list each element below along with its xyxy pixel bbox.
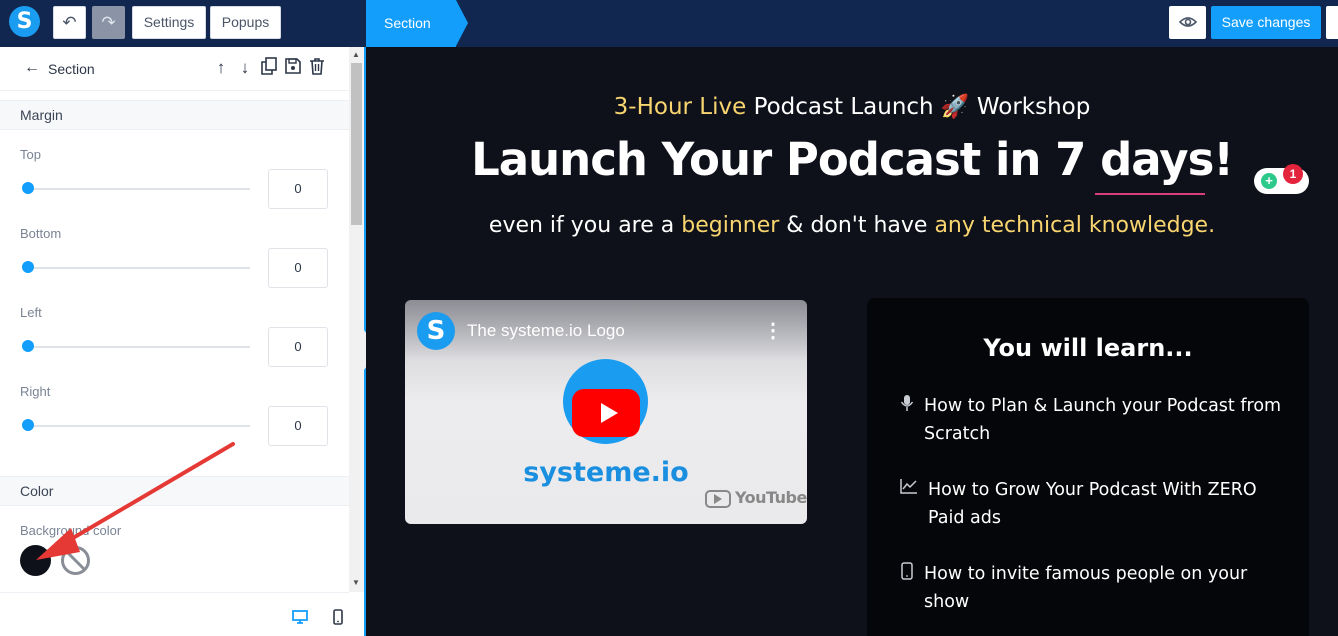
- color-group-header[interactable]: Color: [0, 476, 349, 506]
- margin-right-slider-thumb[interactable]: [22, 419, 34, 431]
- subtitle-highlight: beginner: [681, 213, 780, 238]
- preview-button[interactable]: [1169, 6, 1206, 39]
- pretitle-highlight: 3-Hour Live: [613, 94, 747, 120]
- subtitle-part: & don't have: [779, 213, 935, 238]
- settings-panel: ← Section ↑ ↓ Margin Top 0 Bottom 0 Left…: [0, 47, 364, 636]
- back-arrow-icon[interactable]: ←: [24, 59, 40, 77]
- margin-top-label: Top: [20, 147, 41, 162]
- learn-item-text: How to invite famous people on your show: [924, 564, 1248, 612]
- panel-title: Section: [48, 61, 95, 77]
- video-embed[interactable]: S The systeme.io Logo ⋮ systeme.io YouTu…: [405, 300, 807, 524]
- margin-bottom-slider[interactable]: [28, 267, 250, 269]
- panel-header: ← Section ↑ ↓: [0, 47, 349, 91]
- margin-bottom-slider-thumb[interactable]: [22, 261, 34, 273]
- top-bar: S ↶ ↷ Settings Popups Section Save chang…: [0, 0, 1338, 47]
- margin-left-label: Left: [20, 305, 42, 320]
- more-button[interactable]: [1326, 6, 1338, 39]
- margin-right-label: Right: [20, 384, 51, 399]
- channel-logo[interactable]: S: [417, 312, 455, 350]
- background-color-swatch[interactable]: [20, 545, 51, 576]
- margin-right-input[interactable]: 0: [268, 406, 328, 446]
- scroll-up-icon[interactable]: ▲: [352, 50, 360, 59]
- systeme-logo[interactable]: S: [9, 6, 40, 37]
- settings-button[interactable]: Settings: [132, 6, 206, 39]
- youtube-play-icon: [714, 494, 722, 504]
- learn-item-text: How to Plan & Launch your Podcast from S…: [924, 396, 1282, 444]
- margin-left-slider[interactable]: [28, 346, 250, 348]
- copy-icon[interactable]: [259, 57, 279, 79]
- popups-button[interactable]: Popups: [210, 6, 281, 39]
- panel-footer: [0, 592, 349, 636]
- desktop-icon[interactable]: [292, 609, 308, 625]
- undo-icon: ↶: [62, 13, 77, 32]
- margin-top-slider-thumb[interactable]: [22, 182, 34, 194]
- background-color-label: Background color: [20, 523, 122, 538]
- page-canvas[interactable]: 3-Hour Live Podcast Launch 🚀 Workshop La…: [366, 47, 1338, 636]
- play-icon: [601, 403, 618, 423]
- breadcrumb-section[interactable]: Section: [366, 0, 468, 47]
- margin-bottom-input[interactable]: 0: [268, 248, 328, 288]
- save-changes-button[interactable]: Save changes: [1211, 6, 1321, 39]
- pretitle: 3-Hour Live Podcast Launch 🚀 Workshop: [366, 93, 1338, 120]
- video-title[interactable]: The systeme.io Logo: [467, 321, 625, 341]
- pretitle-rest: Podcast Launch 🚀 Workshop: [753, 94, 1091, 120]
- kebab-menu-icon[interactable]: ⋮: [763, 318, 783, 343]
- no-color-button[interactable]: [60, 545, 91, 576]
- subtitle-highlight: any technical knowledge.: [934, 213, 1216, 238]
- subtitle-part: even if you are a: [488, 213, 682, 238]
- brand-wordmark: systeme.io: [523, 457, 689, 488]
- eye-icon: [1178, 17, 1197, 27]
- redo-icon: ↷: [101, 13, 116, 32]
- margin-bottom-label: Bottom: [20, 226, 62, 241]
- headline: Launch Your Podcast in 7 days!: [471, 133, 1234, 186]
- learn-card: You will learn... How to Plan & Launch y…: [867, 298, 1309, 636]
- ban-icon: [61, 546, 90, 575]
- scroll-down-icon[interactable]: ▼: [352, 578, 360, 587]
- notification-count: 1: [1283, 164, 1303, 184]
- margin-left-slider-thumb[interactable]: [22, 340, 34, 352]
- subtitle: even if you are a beginner & don't have …: [366, 213, 1338, 238]
- mobile-icon[interactable]: [330, 609, 346, 625]
- undo-button[interactable]: ↶: [53, 6, 86, 39]
- learn-item-text: How to Grow Your Podcast With ZERO Paid …: [928, 480, 1257, 528]
- mobile-icon: [900, 562, 916, 580]
- margin-top-slider[interactable]: [28, 188, 250, 190]
- chart-line-icon: [900, 478, 917, 496]
- scroll-thumb[interactable]: [351, 63, 362, 225]
- notification-widget[interactable]: + 1: [1254, 164, 1309, 194]
- margin-top-input[interactable]: 0: [268, 169, 328, 209]
- youtube-label: YouTube: [735, 488, 807, 507]
- arrow-up-icon[interactable]: ↑: [211, 57, 231, 79]
- youtube-logo[interactable]: YouTube: [705, 488, 807, 510]
- headline-underline: [1095, 193, 1205, 195]
- panel-scrollbar[interactable]: ▲ ▼: [349, 47, 364, 592]
- redo-button[interactable]: ↷: [92, 6, 125, 39]
- arrow-down-icon[interactable]: ↓: [235, 57, 255, 79]
- trash-icon[interactable]: [307, 57, 327, 79]
- save-icon[interactable]: [283, 57, 303, 79]
- margin-left-input[interactable]: 0: [268, 327, 328, 367]
- learn-title: You will learn...: [983, 334, 1193, 362]
- margin-group-header[interactable]: Margin: [0, 100, 349, 130]
- microphone-icon: [900, 394, 916, 412]
- margin-right-slider[interactable]: [28, 425, 250, 427]
- lightbulb-icon: +: [1261, 173, 1277, 189]
